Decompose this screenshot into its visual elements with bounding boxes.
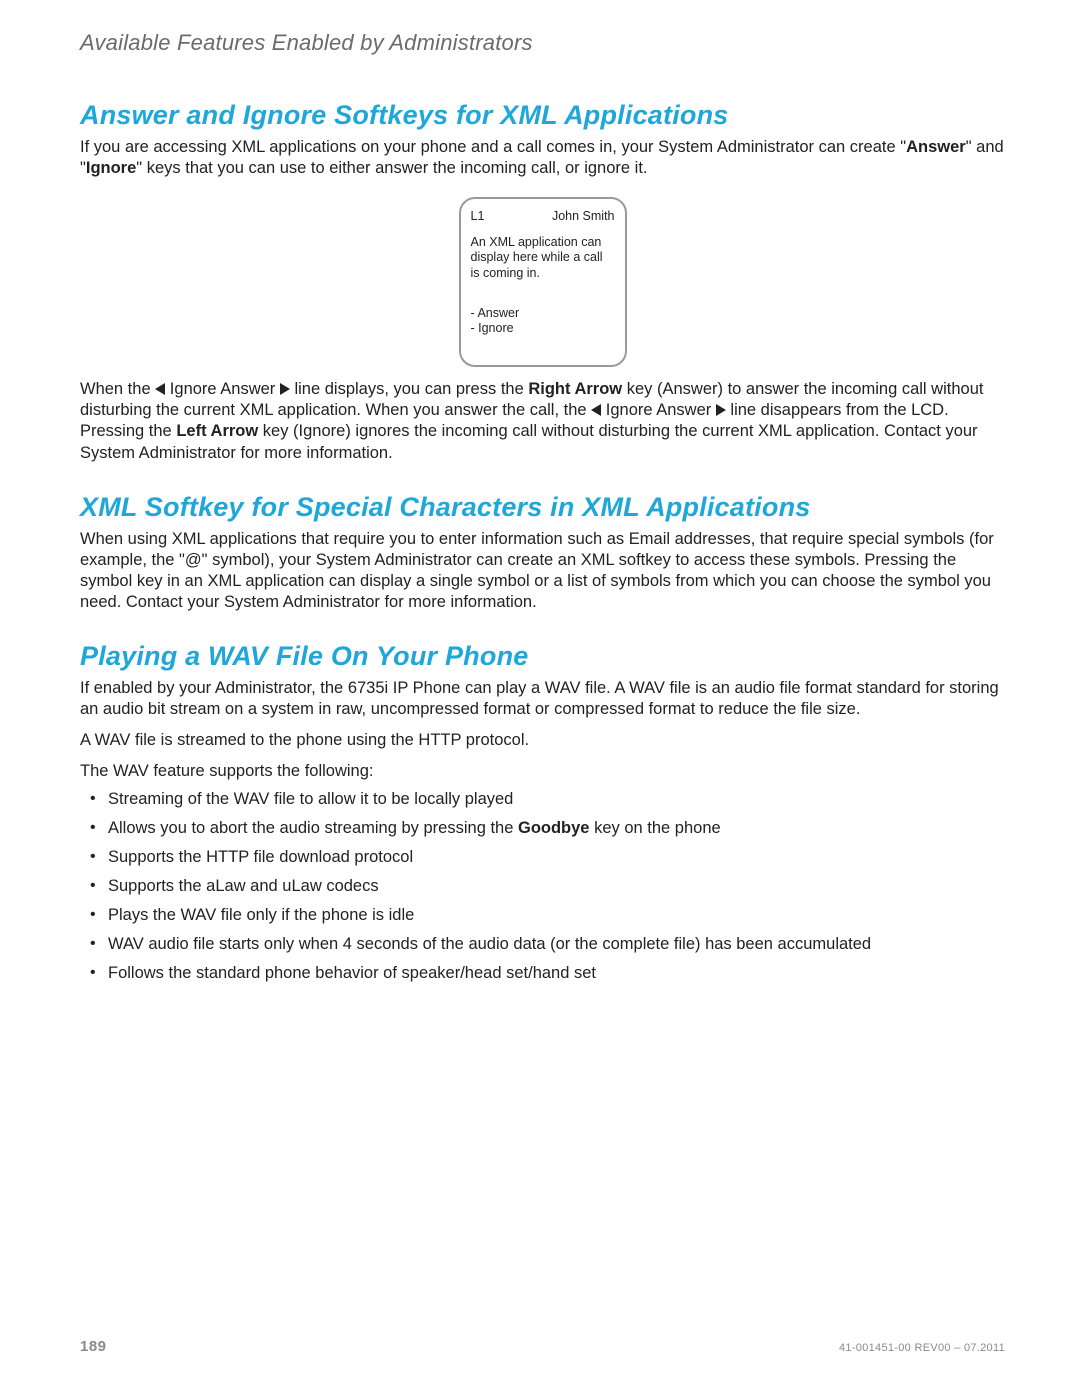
para-wav-3: The WAV feature supports the following: [80, 761, 1005, 782]
bold-answer: Answer [906, 138, 966, 156]
text: When the [80, 380, 155, 398]
text: If you are accessing XML applications on… [80, 138, 906, 156]
arrow-left-icon [155, 383, 165, 395]
phone-screen-illustration: L1 John Smith An XML application can dis… [80, 197, 1005, 367]
text: Ignore Answer [601, 401, 716, 419]
phone-screen: L1 John Smith An XML application can dis… [459, 197, 627, 367]
text: " keys that you can use to either answer… [136, 159, 647, 177]
list-item: Plays the WAV file only if the phone is … [90, 905, 1005, 926]
doc-ref: 41-001451-00 REV00 – 07.2011 [839, 1342, 1005, 1354]
bold-right-arrow: Right Arrow [528, 380, 622, 398]
section-title-answer-ignore: Answer and Ignore Softkeys for XML Appli… [80, 100, 1005, 131]
arrow-right-icon [280, 383, 290, 395]
wav-bullet-list: Streaming of the WAV file to allow it to… [90, 789, 1005, 985]
screen-softkey-ignore: - Ignore [471, 321, 615, 337]
text: key on the phone [590, 819, 721, 837]
para-answer-ignore-intro: If you are accessing XML applications on… [80, 137, 1005, 179]
list-item: Supports the HTTP file download protocol [90, 847, 1005, 868]
list-item: Streaming of the WAV file to allow it to… [90, 789, 1005, 810]
para-wav-2: A WAV file is streamed to the phone usin… [80, 730, 1005, 751]
list-item: Follows the standard phone behavior of s… [90, 963, 1005, 984]
screen-line-label: L1 [471, 209, 485, 225]
document-page: Available Features Enabled by Administra… [0, 0, 1080, 1397]
bold-ignore: Ignore [86, 159, 136, 177]
running-header: Available Features Enabled by Administra… [80, 30, 1005, 56]
list-item: Supports the aLaw and uLaw codecs [90, 876, 1005, 897]
screen-top-row: L1 John Smith [471, 209, 615, 225]
text: line displays, you can press the [290, 380, 528, 398]
arrow-right-icon [716, 404, 726, 416]
list-item: Allows you to abort the audio streaming … [90, 818, 1005, 839]
text: Allows you to abort the audio streaming … [108, 819, 518, 837]
list-item: WAV audio file starts only when 4 second… [90, 934, 1005, 955]
section-title-wav: Playing a WAV File On Your Phone [80, 641, 1005, 672]
page-number: 189 [80, 1338, 107, 1355]
para-answer-ignore-details: When the Ignore Answer line displays, yo… [80, 379, 1005, 463]
screen-softkeys: - Answer - Ignore [471, 306, 615, 337]
text: Ignore Answer [165, 380, 280, 398]
para-wav-1: If enabled by your Administrator, the 67… [80, 678, 1005, 720]
page-footer: 189 41-001451-00 REV00 – 07.2011 [80, 1338, 1005, 1355]
screen-message: An XML application can display here whil… [471, 235, 615, 282]
section-title-xml-softkey: XML Softkey for Special Characters in XM… [80, 492, 1005, 523]
bold-left-arrow: Left Arrow [176, 422, 258, 440]
bold-goodbye: Goodbye [518, 819, 590, 837]
arrow-left-icon [591, 404, 601, 416]
screen-caller-name: John Smith [552, 209, 615, 225]
screen-softkey-answer: - Answer [471, 306, 615, 322]
para-xml-softkey: When using XML applications that require… [80, 529, 1005, 613]
